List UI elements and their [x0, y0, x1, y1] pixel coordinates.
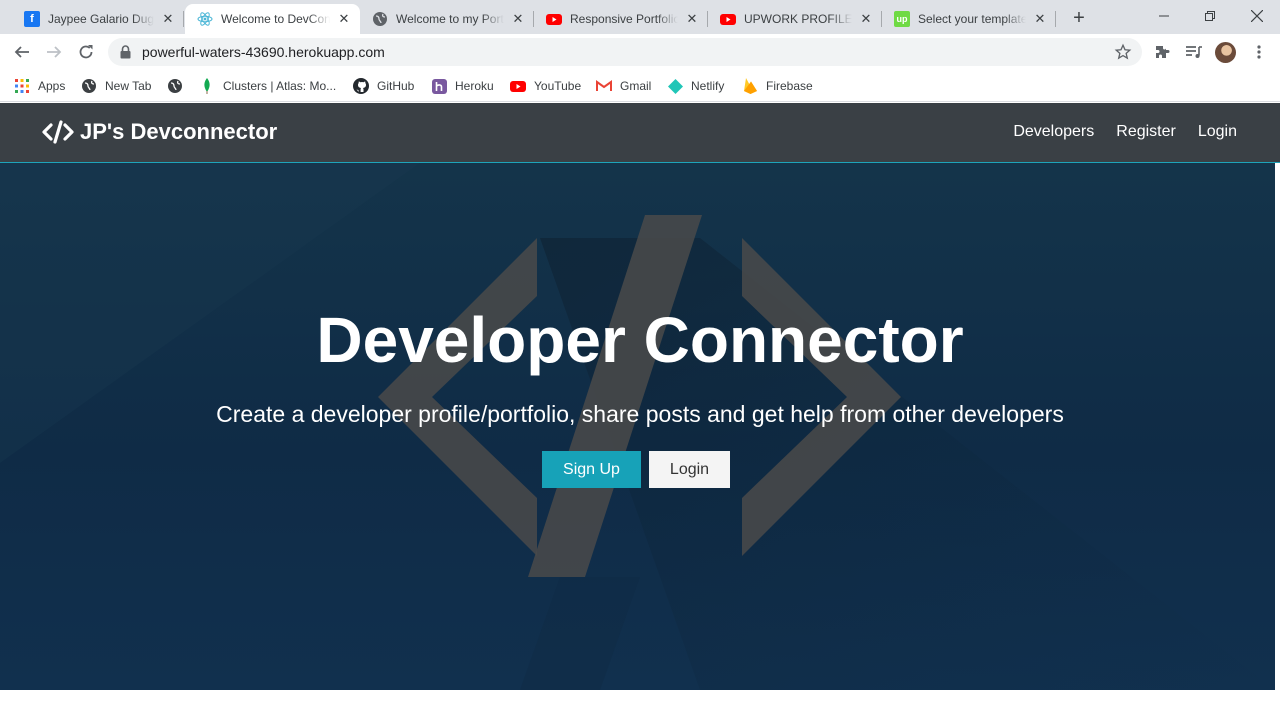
bookmark-github[interactable]: GitHub: [353, 76, 414, 96]
url-text: powerful-waters-43690.herokuapp.com: [142, 44, 385, 60]
bookmark-gmail[interactable]: Gmail: [596, 76, 651, 96]
page-bottom: [0, 690, 1280, 720]
bookmark-label: Apps: [38, 79, 66, 93]
login-button[interactable]: Login: [649, 451, 730, 488]
globe-icon: [167, 78, 183, 94]
puzzle-icon: [1156, 46, 1170, 58]
gmail-icon: [596, 78, 612, 94]
media-control-button[interactable]: [1180, 38, 1208, 66]
forward-button[interactable]: [40, 38, 68, 66]
youtube-icon: [720, 11, 736, 27]
hero-buttons: Sign Up Login: [542, 451, 730, 488]
extensions-button[interactable]: [1148, 38, 1176, 66]
playlist-icon: [1186, 46, 1202, 58]
site-brand-link[interactable]: JP's Devconnector: [42, 119, 277, 145]
tab-devconnector[interactable]: Welcome to DevCon ✕: [185, 4, 360, 34]
close-icon: [1251, 10, 1263, 22]
bookmark-label: Netlify: [691, 79, 725, 93]
bookmark-netlify[interactable]: Netlify: [667, 76, 724, 96]
youtube-icon: [510, 78, 526, 94]
tab-separator: [183, 11, 184, 27]
hero-subtitle: Create a developer profile/portfolio, sh…: [216, 401, 1064, 427]
bookmarks-bar: Apps New Tab Clusters | Atlas: Mo... Git…: [0, 70, 1280, 102]
close-icon[interactable]: ✕: [160, 11, 176, 27]
tab-title: Welcome to my Portf: [396, 12, 504, 26]
arrow-right-icon: [47, 46, 62, 58]
tab-title: Responsive Portfolio: [570, 12, 678, 26]
bookmark-unnamed[interactable]: [167, 76, 191, 96]
tab-facebook[interactable]: f Jaypee Galario Duga ✕: [12, 4, 184, 34]
globe-icon: [372, 11, 388, 27]
address-bar[interactable]: powerful-waters-43690.herokuapp.com: [108, 38, 1142, 66]
github-icon: [353, 78, 369, 94]
web-page: JP's Devconnector Developers Register Lo…: [0, 103, 1280, 720]
tab-title: Jaypee Galario Duga: [48, 12, 154, 26]
profile-avatar[interactable]: [1215, 42, 1236, 63]
landing-hero: Developer Connector Create a developer p…: [0, 163, 1275, 690]
back-button[interactable]: [8, 38, 36, 66]
bookmark-new-tab[interactable]: New Tab: [81, 76, 151, 96]
bookmark-apps[interactable]: Apps: [14, 76, 65, 96]
site-navbar: JP's Devconnector Developers Register Lo…: [0, 103, 1280, 163]
more-vert-icon: [1257, 45, 1261, 59]
apps-grid-icon: [14, 78, 30, 94]
close-icon[interactable]: ✕: [336, 11, 352, 27]
nav-developers-link[interactable]: Developers: [1013, 123, 1094, 141]
upwork-icon: up: [894, 11, 910, 27]
youtube-icon: [546, 11, 562, 27]
bookmark-label: Heroku: [455, 79, 494, 93]
bookmark-youtube[interactable]: YouTube: [510, 76, 581, 96]
bookmark-firebase[interactable]: Firebase: [742, 76, 813, 96]
tab-portfolio[interactable]: Welcome to my Portf ✕: [360, 4, 534, 34]
react-icon: [197, 11, 213, 27]
netlify-icon: [667, 78, 683, 94]
bookmark-label: Clusters | Atlas: Mo...: [223, 79, 337, 93]
tab-select-template[interactable]: up Select your template ✕: [882, 4, 1056, 34]
minimize-icon: [1159, 15, 1169, 17]
lock-icon: [120, 45, 131, 59]
tab-title: Welcome to DevCon: [221, 12, 330, 26]
globe-icon: [81, 78, 97, 94]
close-icon[interactable]: ✕: [684, 11, 700, 27]
star-icon[interactable]: [1114, 43, 1132, 61]
restore-icon: [1205, 11, 1215, 21]
bookmark-label: GitHub: [377, 79, 415, 93]
tab-title: UPWORK PROFILE A: [744, 12, 852, 26]
tab-responsive-portfolio[interactable]: Responsive Portfolio ✕: [534, 4, 708, 34]
nav-login-link[interactable]: Login: [1198, 123, 1237, 141]
tab-title: Select your template: [918, 12, 1026, 26]
new-tab-button[interactable]: +: [1068, 7, 1090, 29]
close-icon[interactable]: ✕: [510, 11, 526, 27]
code-icon: [42, 120, 74, 144]
mongodb-leaf-icon: [199, 78, 215, 94]
close-window-button[interactable]: [1234, 0, 1280, 32]
signup-button[interactable]: Sign Up: [542, 451, 641, 488]
brand-text: JP's Devconnector: [80, 119, 278, 144]
tab-separator: [1055, 11, 1056, 27]
arrow-left-icon: [14, 46, 29, 58]
site-nav: Developers Register Login: [1013, 123, 1237, 141]
bookmark-heroku[interactable]: Heroku: [431, 76, 494, 96]
reload-button[interactable]: [72, 38, 100, 66]
nav-register-link[interactable]: Register: [1116, 123, 1176, 141]
tab-strip: f Jaypee Galario Duga ✕ Welcome to DevCo…: [0, 0, 1280, 34]
bookmark-label: New Tab: [105, 79, 152, 93]
bookmark-label: YouTube: [534, 79, 582, 93]
heroku-icon: [431, 78, 447, 94]
close-icon[interactable]: ✕: [1032, 11, 1048, 27]
reload-icon: [79, 45, 93, 59]
menu-button[interactable]: [1245, 38, 1273, 66]
firebase-icon: [742, 78, 758, 94]
hero-title: Developer Connector: [316, 304, 964, 376]
tab-upwork-profile[interactable]: UPWORK PROFILE A ✕: [708, 4, 882, 34]
bookmark-label: Gmail: [620, 79, 652, 93]
bookmark-label: Firebase: [766, 79, 813, 93]
minimize-button[interactable]: [1141, 0, 1187, 32]
facebook-icon: f: [24, 11, 40, 27]
close-icon[interactable]: ✕: [858, 11, 874, 27]
restore-button[interactable]: [1187, 0, 1233, 32]
bookmark-atlas[interactable]: Clusters | Atlas: Mo...: [199, 76, 336, 96]
browser-toolbar: powerful-waters-43690.herokuapp.com: [0, 34, 1280, 70]
